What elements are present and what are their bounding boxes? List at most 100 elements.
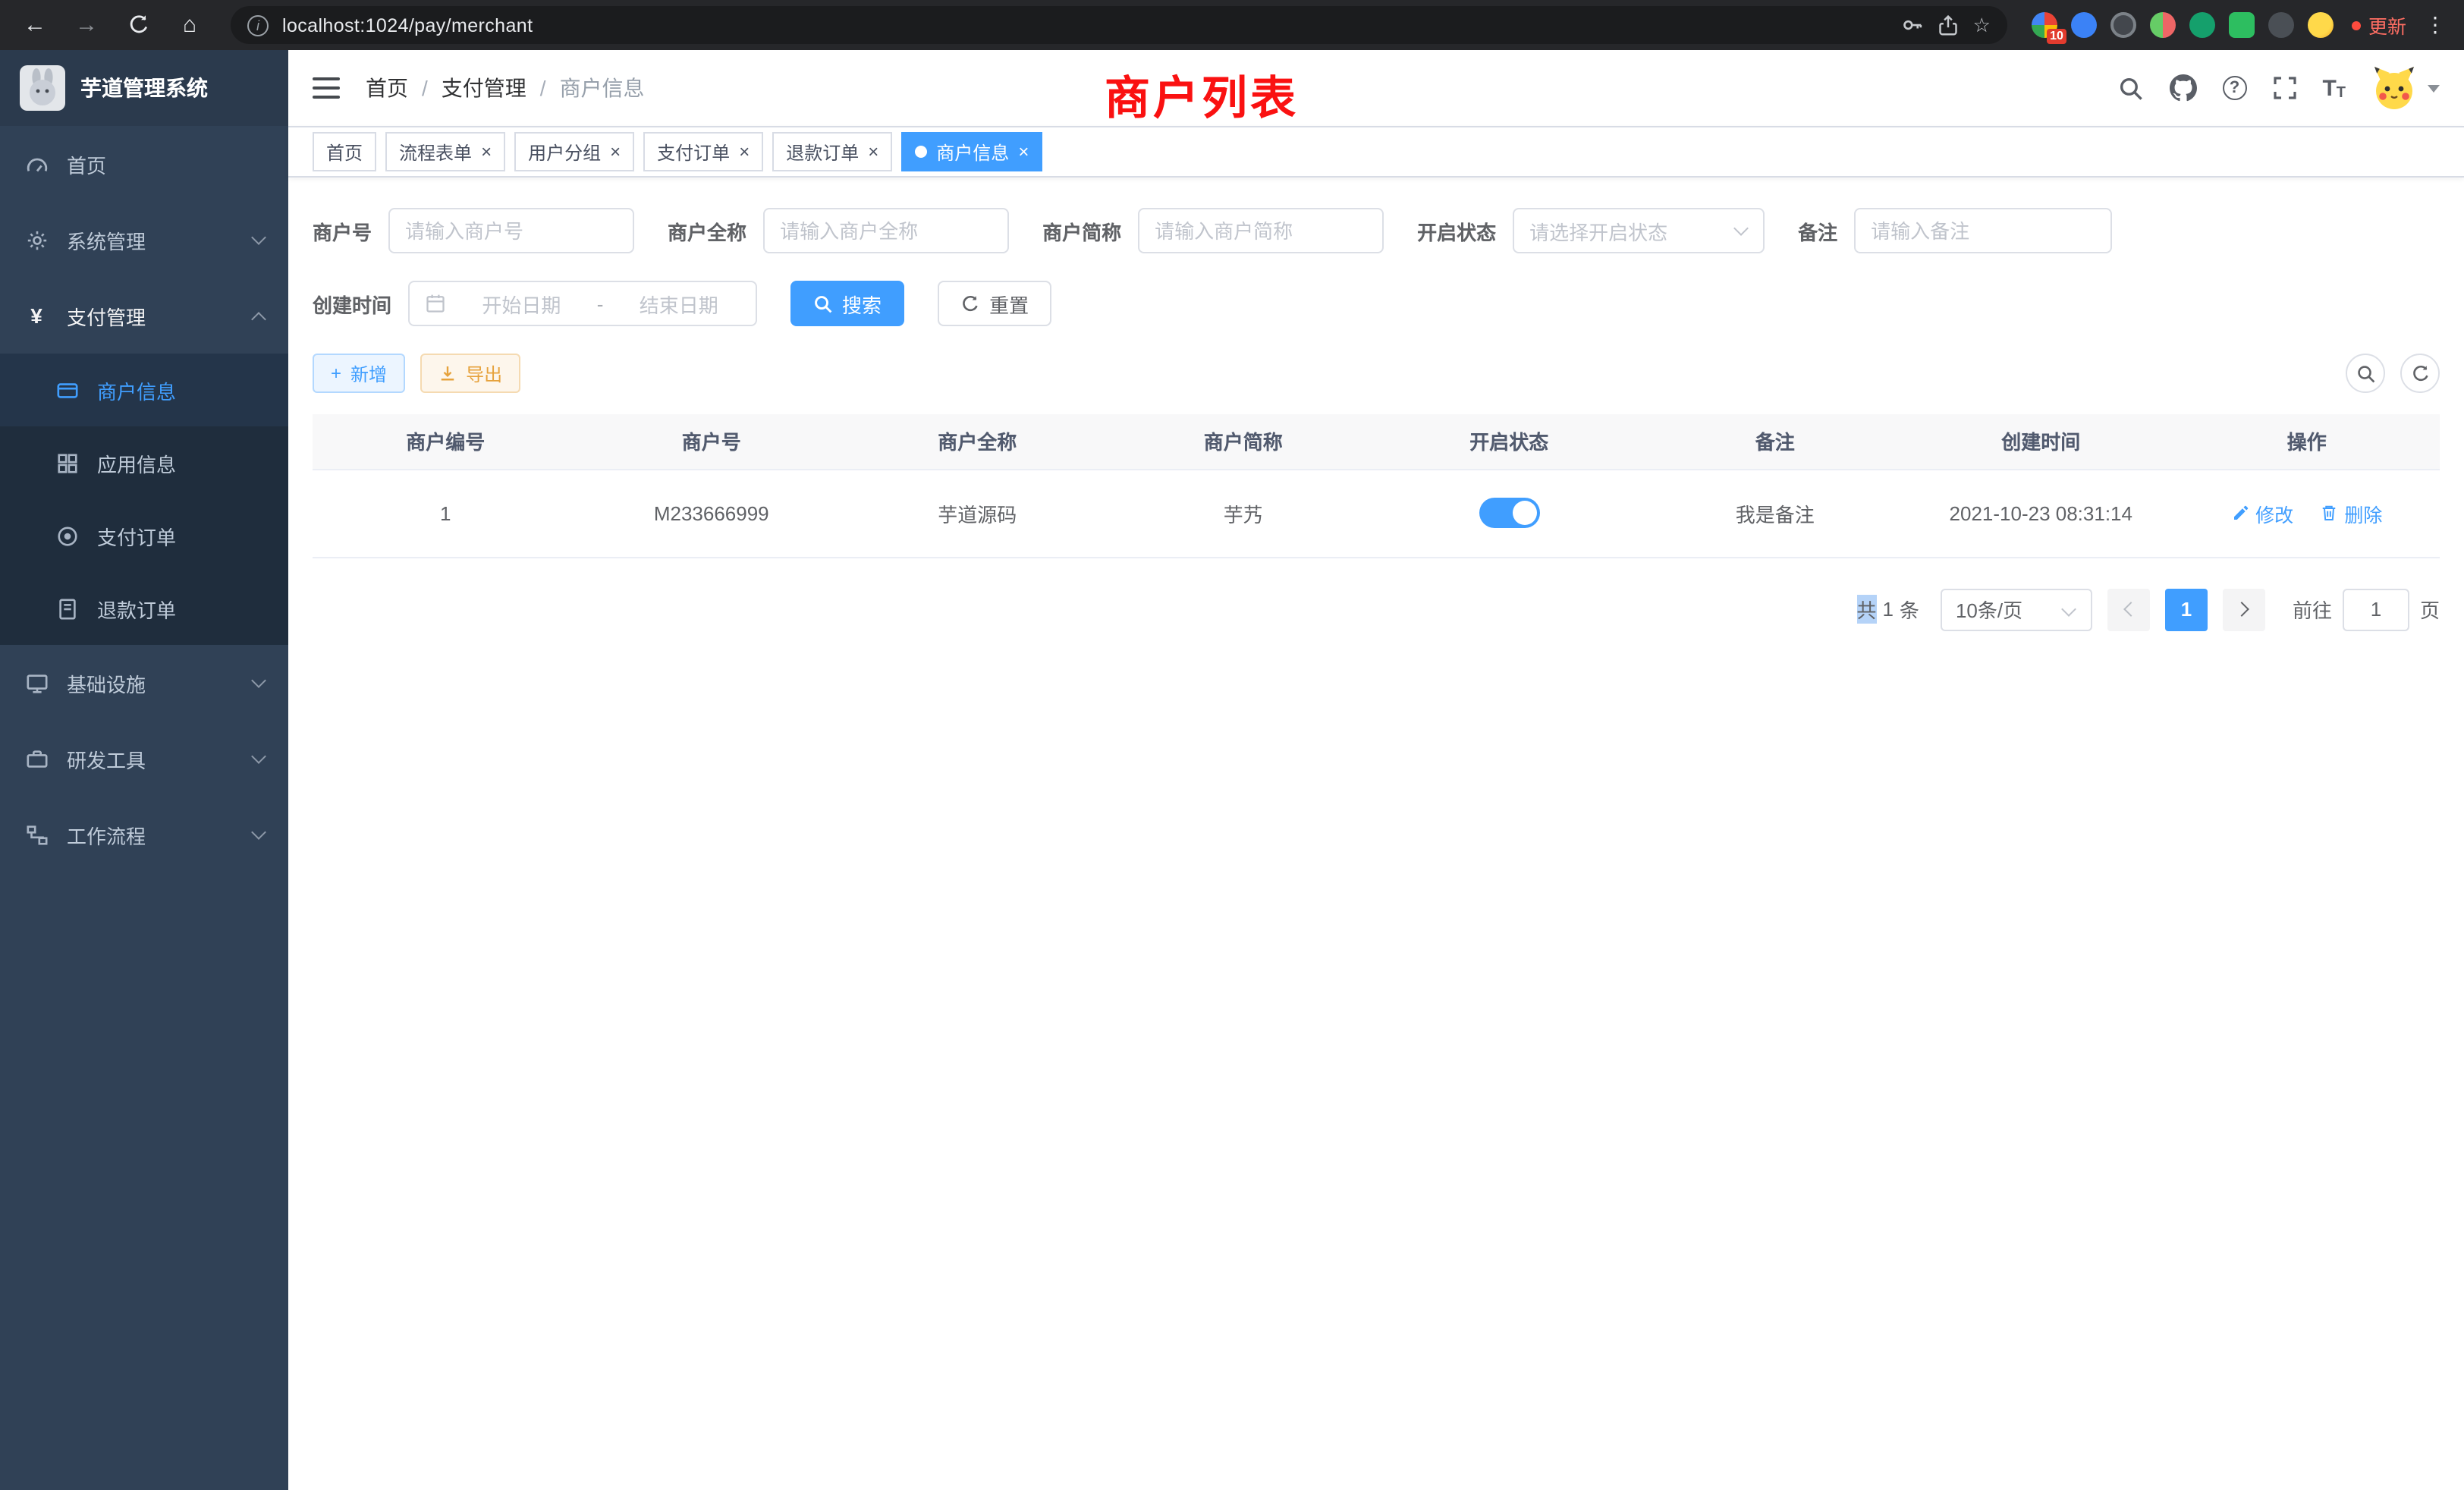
page-size-select[interactable]: 10条/页 [1941, 588, 2092, 630]
short-name-input[interactable] [1138, 208, 1384, 253]
sidebar-item-app-info[interactable]: 应用信息 [0, 426, 288, 499]
close-icon[interactable]: × [610, 143, 621, 161]
date-end-placeholder: 结束日期 [617, 289, 740, 318]
sidebar-item-home[interactable]: 首页 [0, 126, 288, 202]
close-icon[interactable]: × [481, 143, 492, 161]
gear-icon [24, 228, 49, 251]
sidebar-item-label: 研发工具 [67, 744, 146, 773]
sidebar-item-infrastructure[interactable]: 基础设施 [0, 645, 288, 721]
merchant-table: 商户编号 商户号 商户全称 商户简称 开启状态 备注 创建时间 操作 1 [313, 414, 2440, 558]
col-remark: 备注 [1642, 414, 1909, 469]
share-icon[interactable] [1938, 14, 1960, 36]
refresh-table-button[interactable] [2400, 354, 2440, 393]
status-select[interactable]: 请选择开启状态 [1513, 208, 1765, 253]
password-key-icon[interactable] [1902, 14, 1925, 36]
user-menu[interactable] [2371, 65, 2440, 111]
close-icon[interactable]: × [739, 143, 750, 161]
sidebar-item-merchant-info[interactable]: 商户信息 [0, 354, 288, 426]
fullscreen-icon[interactable] [2272, 76, 2296, 100]
tab-merchant-info[interactable]: 商户信息 × [901, 132, 1042, 171]
browser-back-icon[interactable]: ← [18, 8, 52, 42]
close-icon[interactable]: × [1018, 143, 1029, 161]
sidebar-item-label: 退款订单 [97, 594, 176, 623]
extension-icon-3[interactable] [2110, 12, 2136, 38]
export-button[interactable]: 导出 [420, 354, 520, 393]
site-info-icon[interactable]: i [247, 14, 269, 36]
status-toggle[interactable] [1479, 498, 1539, 528]
tab-label: 支付订单 [657, 139, 730, 165]
address-bar[interactable]: i localhost:1024/pay/merchant ☆ [231, 6, 2007, 44]
caret-down-icon [2428, 84, 2440, 92]
browser-update-button[interactable]: 更新 [2352, 11, 2406, 39]
search-icon [813, 294, 833, 313]
chevron-down-icon [251, 673, 266, 688]
cell-remark: 我是备注 [1642, 469, 1909, 557]
toolbox-icon [24, 747, 49, 770]
page-1-button[interactable]: 1 [2165, 588, 2208, 630]
sidebar-item-refund-orders[interactable]: 退款订单 [0, 572, 288, 645]
sidebar-item-dev-tools[interactable]: 研发工具 [0, 721, 288, 797]
github-icon[interactable] [2169, 74, 2196, 102]
search-icon [2356, 363, 2375, 383]
reset-button-label: 重置 [989, 289, 1029, 318]
reset-button[interactable]: 重置 [938, 281, 1051, 326]
breadcrumb-item-home[interactable]: 首页 [366, 73, 408, 103]
tab-process-form[interactable]: 流程表单 × [385, 132, 505, 171]
delete-button[interactable]: 删除 [2320, 498, 2382, 527]
total-prefix: 共 [1856, 595, 1876, 624]
export-button-label: 导出 [466, 360, 502, 386]
breadcrumb-item-payment[interactable]: 支付管理 [442, 73, 526, 103]
sidebar-item-workflow[interactable]: 工作流程 [0, 797, 288, 872]
table-toolbar: + 新增 导出 [313, 354, 2440, 393]
browser-forward-icon[interactable]: → [70, 8, 103, 42]
sidebar-item-label: 系统管理 [67, 225, 146, 254]
table-row: 1 M233666999 芋道源码 芋艿 我是备注 2021-10-23 08:… [313, 469, 2440, 557]
extension-icon-4[interactable] [2150, 12, 2176, 38]
add-button[interactable]: + 新增 [313, 354, 405, 393]
prev-page-button[interactable] [2107, 588, 2150, 630]
date-range-picker[interactable]: 开始日期 - 结束日期 [408, 281, 757, 326]
date-start-placeholder: 开始日期 [460, 289, 583, 318]
sidebar-item-payment[interactable]: ¥ 支付管理 [0, 278, 288, 354]
browser-home-icon[interactable]: ⌂ [173, 8, 206, 42]
search-button[interactable]: 搜索 [790, 281, 904, 326]
sidebar: 芋道管理系统 首页 系统管理 [0, 50, 288, 1490]
browser-reload-icon[interactable] [121, 8, 155, 42]
extension-icon-2[interactable] [2071, 12, 2097, 38]
extension-icon-8[interactable] [2308, 12, 2334, 38]
col-full-name: 商户全称 [844, 414, 1111, 469]
active-dot-icon [915, 146, 927, 158]
browser-menu-icon[interactable]: ⋮ [2425, 12, 2446, 38]
sidebar-item-payment-orders[interactable]: 支付订单 [0, 499, 288, 572]
filter-row-2: 创建时间 开始日期 - 结束日期 [313, 281, 2440, 326]
tab-label: 首页 [326, 139, 363, 165]
toggle-search-button[interactable] [2346, 354, 2385, 393]
extension-icon-1[interactable]: 10 [2032, 12, 2057, 38]
url-text[interactable]: localhost:1024/pay/merchant [282, 14, 1888, 36]
remark-input[interactable] [1854, 208, 2112, 253]
app-logo[interactable]: 芋道管理系统 [0, 50, 288, 126]
navbar-actions: ? TT [2117, 65, 2440, 111]
tab-user-group[interactable]: 用户分组 × [514, 132, 634, 171]
next-page-button[interactable] [2223, 588, 2265, 630]
main-area: 首页 / 支付管理 / 商户信息 商户列表 [288, 50, 2464, 1490]
breadcrumb-item-current: 商户信息 [560, 73, 645, 103]
merchant-no-input[interactable] [388, 208, 634, 253]
search-icon[interactable] [2117, 75, 2143, 101]
tab-home[interactable]: 首页 [313, 132, 376, 171]
sidebar-toggle-icon[interactable] [313, 77, 340, 99]
extension-icon-5[interactable] [2189, 12, 2215, 38]
sidebar-item-system[interactable]: 系统管理 [0, 202, 288, 278]
help-icon[interactable]: ? [2222, 76, 2246, 100]
extension-icon-6[interactable] [2229, 12, 2255, 38]
font-size-icon[interactable]: TT [2322, 75, 2346, 101]
bookmark-star-icon[interactable]: ☆ [1973, 13, 1991, 37]
tab-refund-orders[interactable]: 退款订单 × [772, 132, 892, 171]
avatar [2371, 65, 2417, 111]
tab-payment-orders[interactable]: 支付订单 × [643, 132, 763, 171]
goto-page-input[interactable] [2343, 588, 2409, 630]
edit-button[interactable]: 修改 [2231, 498, 2293, 527]
close-icon[interactable]: × [868, 143, 878, 161]
extension-icon-7[interactable] [2268, 12, 2294, 38]
full-name-input[interactable] [763, 208, 1009, 253]
